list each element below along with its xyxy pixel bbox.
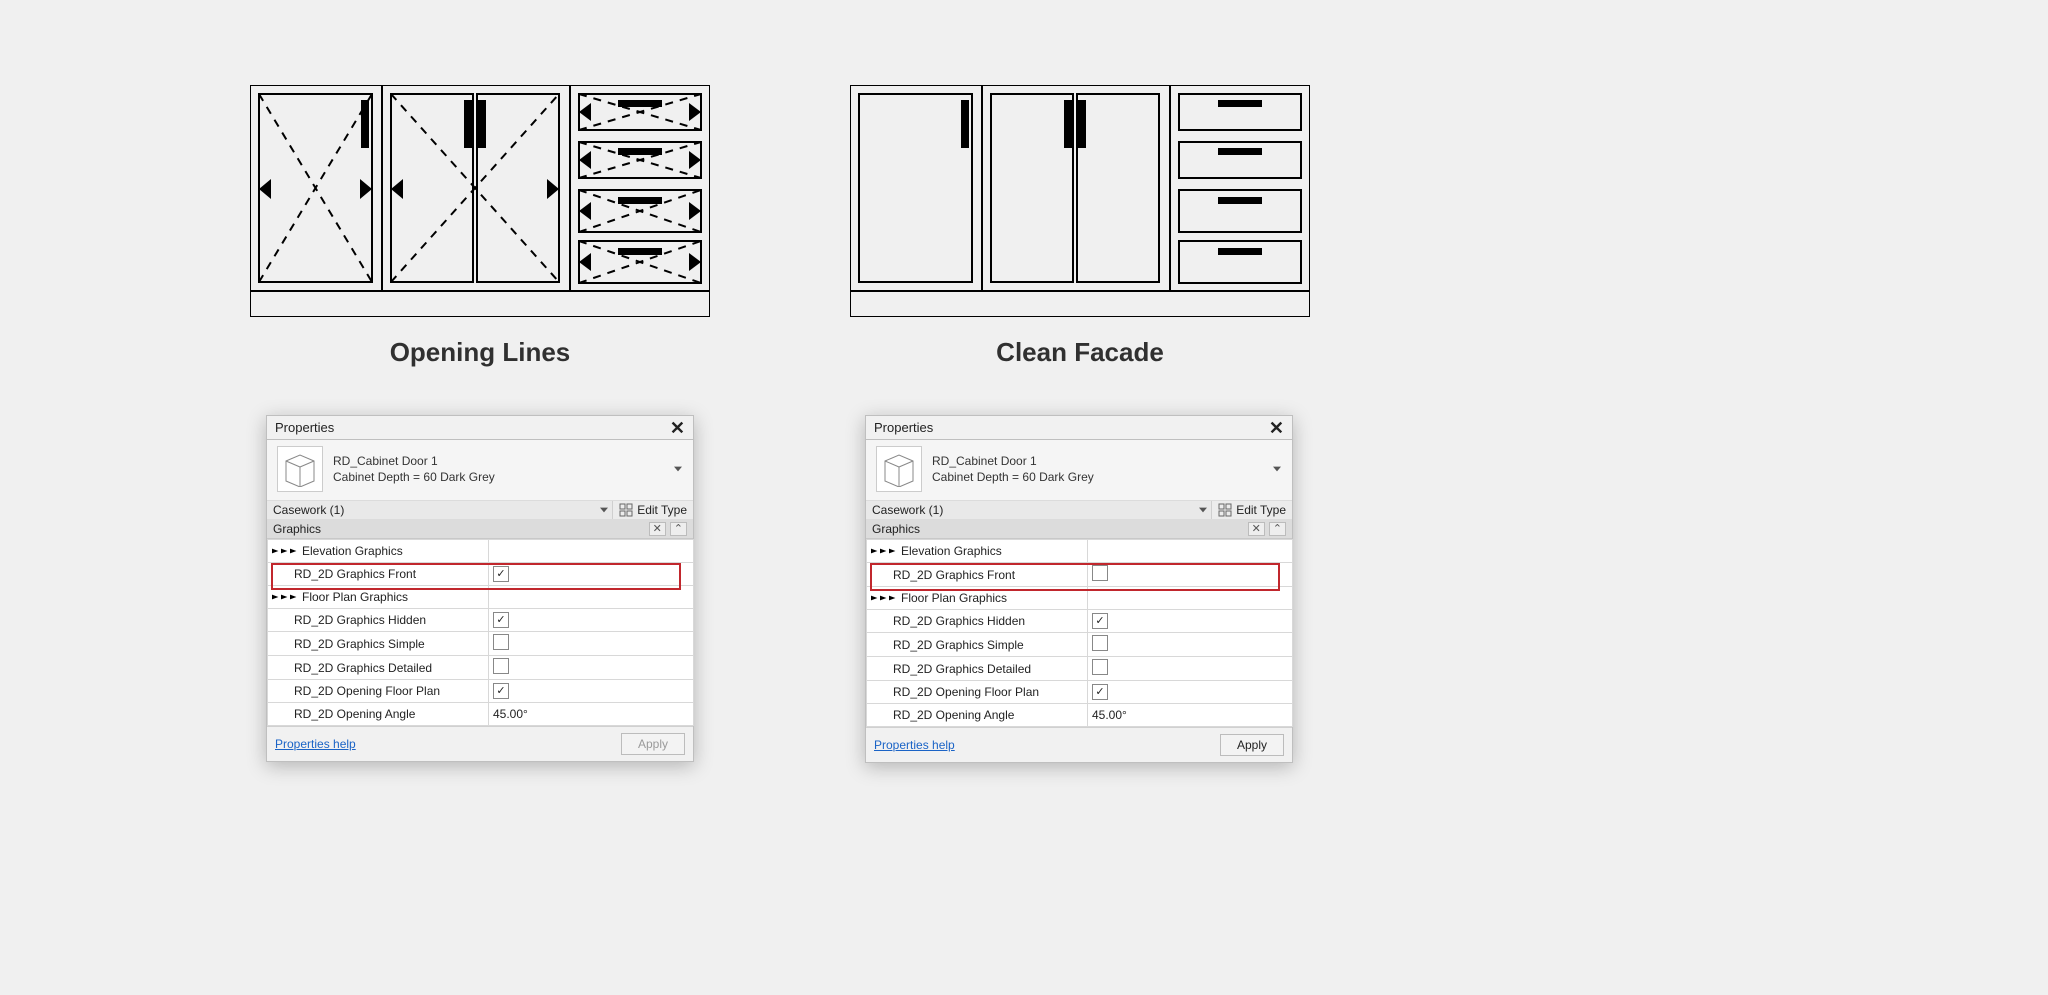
family-thumb-icon — [876, 446, 922, 492]
properties-panel-left: Properties ✕ RD_Cabinet Door 1 Cabinet D… — [266, 415, 694, 762]
property-label: RD_2D Opening Floor Plan — [867, 681, 1088, 704]
property-value[interactable] — [489, 609, 694, 632]
table-row[interactable]: Floor Plan Graphics — [268, 586, 694, 609]
property-label: Elevation Graphics — [268, 540, 489, 563]
family-name: RD_Cabinet Door 1 — [932, 453, 1270, 469]
cabinet-drawing-right: Clean Facade — [850, 85, 1310, 368]
table-row[interactable]: RD_2D Graphics Detailed — [867, 657, 1293, 681]
checkbox-checked-icon[interactable] — [493, 683, 509, 699]
checkbox-checked-icon[interactable] — [1092, 684, 1108, 700]
chevron-down-icon[interactable] — [671, 459, 685, 479]
table-row[interactable]: RD_2D Graphics Hidden — [268, 609, 694, 632]
table-row[interactable]: RD_2D Graphics Simple — [867, 633, 1293, 657]
family-type-selector[interactable]: RD_Cabinet Door 1 Cabinet Depth = 60 Dar… — [932, 453, 1270, 485]
table-row[interactable]: RD_2D Opening Floor Plan — [268, 680, 694, 703]
property-label: RD_2D Opening Angle — [867, 704, 1088, 727]
property-value[interactable] — [1088, 610, 1293, 633]
checkbox-checked-icon[interactable] — [493, 566, 509, 582]
property-label: Elevation Graphics — [867, 540, 1088, 563]
edit-type-button[interactable]: Edit Type — [612, 501, 693, 519]
properties-panel-right: Properties ✕ RD_Cabinet Door 1 Cabinet D… — [865, 415, 1293, 763]
checkbox-unchecked-icon[interactable] — [493, 658, 509, 674]
caption-left: Opening Lines — [250, 337, 710, 368]
table-row[interactable]: Elevation Graphics — [268, 540, 694, 563]
property-value[interactable] — [489, 632, 694, 656]
checkbox-unchecked-icon[interactable] — [1092, 565, 1108, 581]
page-root: Opening Lines Clean Facade Properties ✕ — [0, 0, 2048, 995]
checkbox-unchecked-icon[interactable] — [1092, 659, 1108, 675]
panel-title: Properties — [275, 420, 666, 435]
property-value — [1088, 540, 1293, 563]
chevron-down-icon — [1199, 503, 1207, 517]
section-header-graphics[interactable]: Graphics ✕⌃ — [267, 520, 693, 539]
table-row[interactable]: RD_2D Opening Floor Plan — [867, 681, 1293, 704]
property-label: Floor Plan Graphics — [867, 587, 1088, 610]
property-value — [1088, 587, 1293, 610]
table-row[interactable]: RD_2D Graphics Front — [268, 563, 694, 586]
property-value[interactable] — [1088, 563, 1293, 587]
table-row[interactable]: RD_2D Graphics Front — [867, 563, 1293, 587]
edit-type-button[interactable]: Edit Type — [1211, 501, 1292, 519]
family-thumb-icon — [277, 446, 323, 492]
family-type: Cabinet Depth = 60 Dark Grey — [932, 469, 1270, 485]
property-value[interactable] — [1088, 657, 1293, 681]
properties-help-link[interactable]: Properties help — [874, 738, 1220, 752]
category-selector[interactable]: Casework (1) — [866, 501, 1211, 519]
property-grid: Elevation GraphicsRD_2D Graphics FrontFl… — [866, 539, 1293, 727]
chevron-down-icon[interactable] — [1270, 459, 1284, 479]
property-label: RD_2D Graphics Hidden — [268, 609, 489, 632]
family-type: Cabinet Depth = 60 Dark Grey — [333, 469, 671, 485]
checkbox-checked-icon[interactable] — [493, 612, 509, 628]
caption-right: Clean Facade — [850, 337, 1310, 368]
properties-help-link[interactable]: Properties help — [275, 737, 621, 751]
table-row[interactable]: RD_2D Graphics Hidden — [867, 610, 1293, 633]
property-value[interactable] — [489, 563, 694, 586]
property-value[interactable] — [489, 680, 694, 703]
property-label: RD_2D Graphics Front — [268, 563, 489, 586]
category-selector[interactable]: Casework (1) — [267, 501, 612, 519]
property-label: RD_2D Graphics Simple — [867, 633, 1088, 657]
checkbox-unchecked-icon[interactable] — [493, 634, 509, 650]
cabinet-drawing-left: Opening Lines — [250, 85, 710, 368]
chevron-down-icon — [600, 503, 608, 517]
table-row[interactable]: Elevation Graphics — [867, 540, 1293, 563]
property-label: RD_2D Graphics Simple — [268, 632, 489, 656]
checkbox-unchecked-icon[interactable] — [1092, 635, 1108, 651]
property-value[interactable]: 45.00° — [1088, 704, 1293, 727]
apply-button[interactable]: Apply — [621, 733, 685, 755]
family-type-selector[interactable]: RD_Cabinet Door 1 Cabinet Depth = 60 Dar… — [333, 453, 671, 485]
property-value — [489, 586, 694, 609]
property-grid: Elevation GraphicsRD_2D Graphics FrontFl… — [267, 539, 694, 726]
property-label: RD_2D Opening Floor Plan — [268, 680, 489, 703]
close-icon[interactable]: ✕ — [666, 421, 689, 435]
table-row[interactable]: RD_2D Opening Angle45.00° — [268, 703, 694, 726]
property-value[interactable] — [1088, 681, 1293, 704]
close-icon[interactable]: ✕ — [1265, 421, 1288, 435]
section-header-graphics[interactable]: Graphics ✕⌃ — [866, 520, 1292, 539]
property-value[interactable] — [489, 656, 694, 680]
family-name: RD_Cabinet Door 1 — [333, 453, 671, 469]
table-row[interactable]: RD_2D Graphics Simple — [268, 632, 694, 656]
table-row[interactable]: RD_2D Opening Angle45.00° — [867, 704, 1293, 727]
property-label: RD_2D Graphics Front — [867, 563, 1088, 587]
checkbox-checked-icon[interactable] — [1092, 613, 1108, 629]
property-value[interactable]: 45.00° — [489, 703, 694, 726]
panel-title: Properties — [874, 420, 1265, 435]
property-label: RD_2D Graphics Hidden — [867, 610, 1088, 633]
table-row[interactable]: Floor Plan Graphics — [867, 587, 1293, 610]
property-value — [489, 540, 694, 563]
property-label: RD_2D Graphics Detailed — [268, 656, 489, 680]
property-label: Floor Plan Graphics — [268, 586, 489, 609]
apply-button[interactable]: Apply — [1220, 734, 1284, 756]
property-label: RD_2D Graphics Detailed — [867, 657, 1088, 681]
property-label: RD_2D Opening Angle — [268, 703, 489, 726]
property-value[interactable] — [1088, 633, 1293, 657]
table-row[interactable]: RD_2D Graphics Detailed — [268, 656, 694, 680]
